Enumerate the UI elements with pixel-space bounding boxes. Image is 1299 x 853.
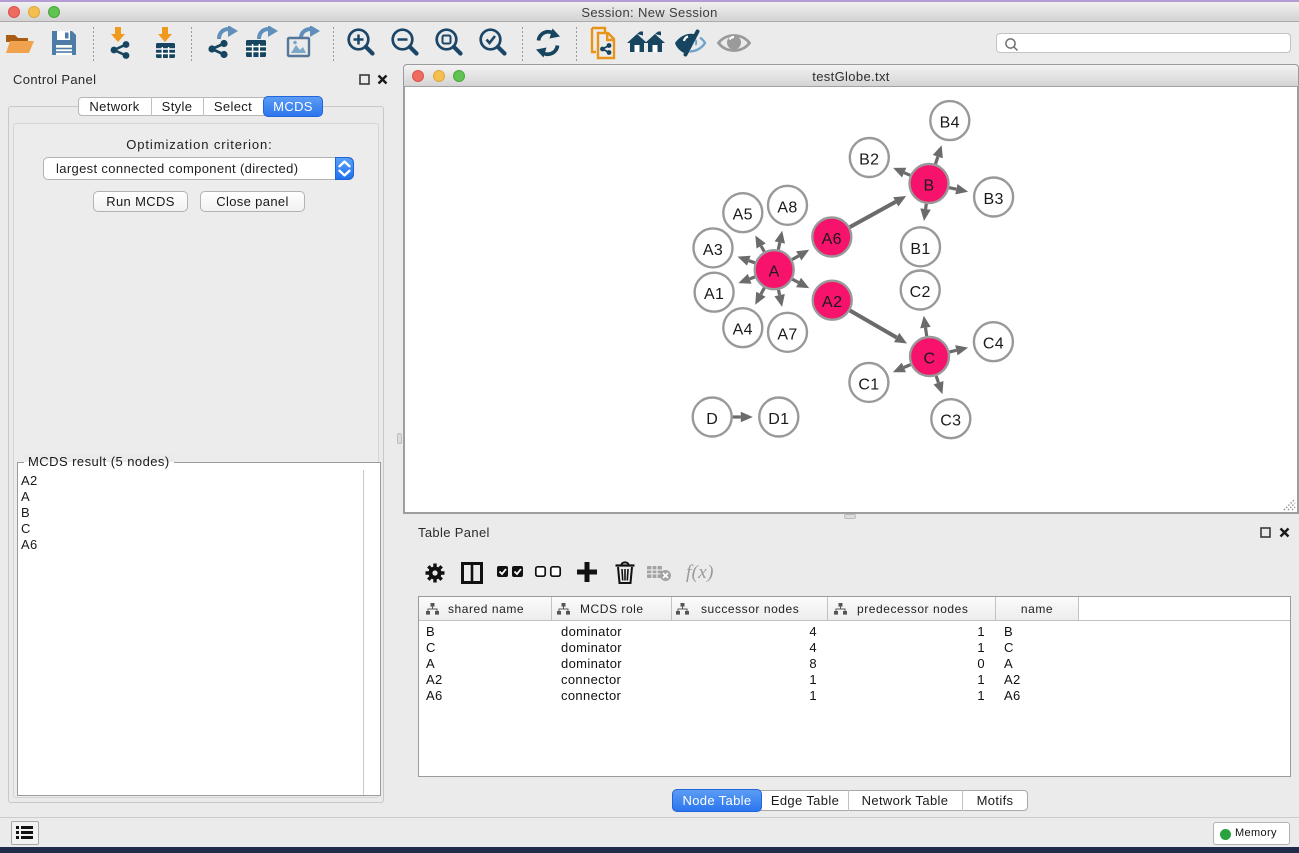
- svg-text:D: D: [706, 411, 718, 428]
- svg-text:A8: A8: [777, 199, 797, 216]
- svg-text:A4: A4: [733, 322, 753, 339]
- svg-text:A1: A1: [704, 286, 724, 303]
- svg-text:D1: D1: [768, 411, 789, 428]
- svg-text:A: A: [769, 264, 780, 281]
- svg-text:B3: B3: [983, 191, 1003, 208]
- svg-text:C1: C1: [858, 376, 879, 393]
- svg-text:A6: A6: [822, 231, 842, 248]
- svg-text:C3: C3: [940, 413, 961, 430]
- svg-text:B2: B2: [859, 152, 879, 169]
- svg-text:C2: C2: [910, 284, 931, 301]
- svg-text:C4: C4: [983, 336, 1004, 353]
- svg-text:B4: B4: [940, 115, 960, 132]
- svg-text:C: C: [924, 351, 936, 368]
- svg-text:A7: A7: [777, 326, 797, 343]
- svg-text:B: B: [923, 178, 934, 195]
- svg-text:B1: B1: [910, 241, 930, 258]
- svg-text:A5: A5: [733, 207, 753, 224]
- svg-text:A2: A2: [822, 294, 842, 311]
- svg-text:A3: A3: [703, 242, 723, 259]
